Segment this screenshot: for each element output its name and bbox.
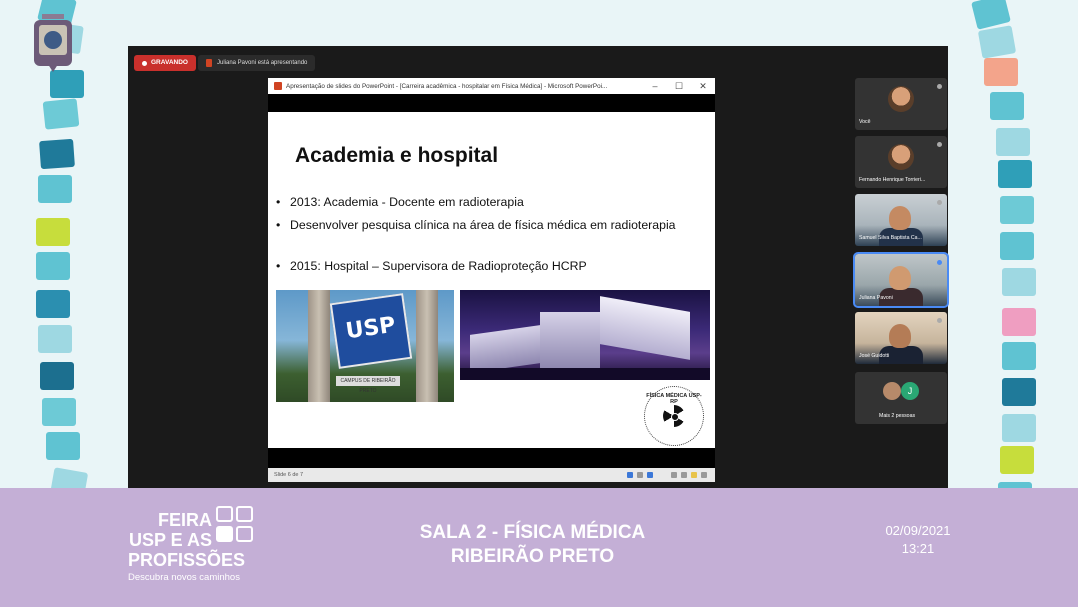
participant-name: Você [859,119,871,125]
more-participants-tile[interactable]: J Mais 2 pessoas [855,372,947,424]
participant-name: José Guidotti [859,353,890,359]
slide-sorter-icon[interactable] [681,472,687,478]
participant-name: Juliana Pavoni [859,295,893,301]
fisica-medica-stamp: FÍSICA MÉDICA USP-RP [644,386,704,446]
reading-view-icon[interactable] [691,472,697,478]
powerpoint-icon [206,59,212,67]
participant-name: Fernando Henrique Torrieri... [859,177,926,183]
participant-video [889,324,911,348]
prev-slide-icon[interactable] [627,472,633,478]
mic-muted-icon [937,318,942,323]
slide-counter: Slide 6 de 7 [274,472,304,478]
ppt-window-title: Apresentação de slides do PowerPoint - [… [286,82,608,90]
mic-muted-icon [937,84,942,89]
slide-bullet: • Desenvolver pesquisa clínica na área de… [276,218,676,232]
menu-icon[interactable] [637,472,643,478]
avatar [888,86,914,112]
participant-name: Samuel Silva Baptista Ca... [859,235,922,241]
participant-video [889,206,911,230]
date-time: 02/09/2021 13:21 [885,523,951,556]
mic-active-icon [937,260,942,265]
participant-tile-active-speaker[interactable]: Juliana Pavoni [853,252,949,308]
hospital-building-photo [460,290,710,380]
feira-tagline: Descubra novos caminhos [128,572,240,583]
ppt-titlebar: Apresentação de slides do PowerPoint - [… [268,78,715,94]
slide-canvas: Academia e hospital • 2013: Academia - Do… [268,112,715,448]
mic-muted-icon [937,200,942,205]
recording-indicator[interactable]: GRAVANDO [134,55,196,71]
avatar [888,144,914,170]
maximize-button[interactable]: ☐ [667,81,691,92]
avatar [883,382,901,400]
close-button[interactable]: ✕ [691,81,715,92]
participant-tile[interactable]: Samuel Silva Baptista Ca... [855,194,947,246]
more-participants-label: Mais 2 pessoas [879,413,916,419]
recording-label: GRAVANDO [151,59,188,66]
slide-bullet: • 2013: Academia - Docente em radioterapi… [276,195,524,209]
ppt-statusbar: Slide 6 de 7 [268,468,715,482]
next-slide-icon[interactable] [647,472,653,478]
room-title: SALA 2 - FÍSICA MÉDICA RIBEIRÃO PRETO [419,522,646,567]
slideshow-icon[interactable] [701,472,707,478]
stream-frame: GRAVANDO Juliana Pavoni está apresentand… [0,0,1078,607]
normal-view-icon[interactable] [671,472,677,478]
usp-campus-photo: USP CAMPUS DE RIBEIRÃO PRETO [276,290,454,402]
avatar-letter: J [901,382,919,400]
usp-logo-sign: USP [329,293,413,369]
participant-tile[interactable]: Você [855,78,947,130]
slide-heading: Academia e hospital [295,144,499,167]
shared-powerpoint-window: Apresentação de slides do PowerPoint - [… [268,78,715,482]
powerpoint-app-icon [274,82,282,90]
campus-plaque: CAMPUS DE RIBEIRÃO PRETO [336,376,400,394]
minimize-button[interactable]: – [643,81,667,91]
presenting-banner: Juliana Pavoni está apresentando [198,55,316,71]
ffclrp-crest-logo [34,14,72,72]
participant-tile[interactable]: José Guidotti [855,312,947,364]
slide-bullet: • 2015: Hospital – Supervisora de Radiopr… [276,259,587,273]
participant-video [889,266,911,290]
stamp-text: FÍSICA MÉDICA USP-RP [646,393,702,405]
presenting-text: Juliana Pavoni está apresentando [217,60,308,66]
record-dot-icon [142,60,147,66]
mic-muted-icon [937,142,942,147]
participant-tile[interactable]: Fernando Henrique Torrieri... [855,136,947,188]
radiation-trefoil-icon [663,405,685,427]
